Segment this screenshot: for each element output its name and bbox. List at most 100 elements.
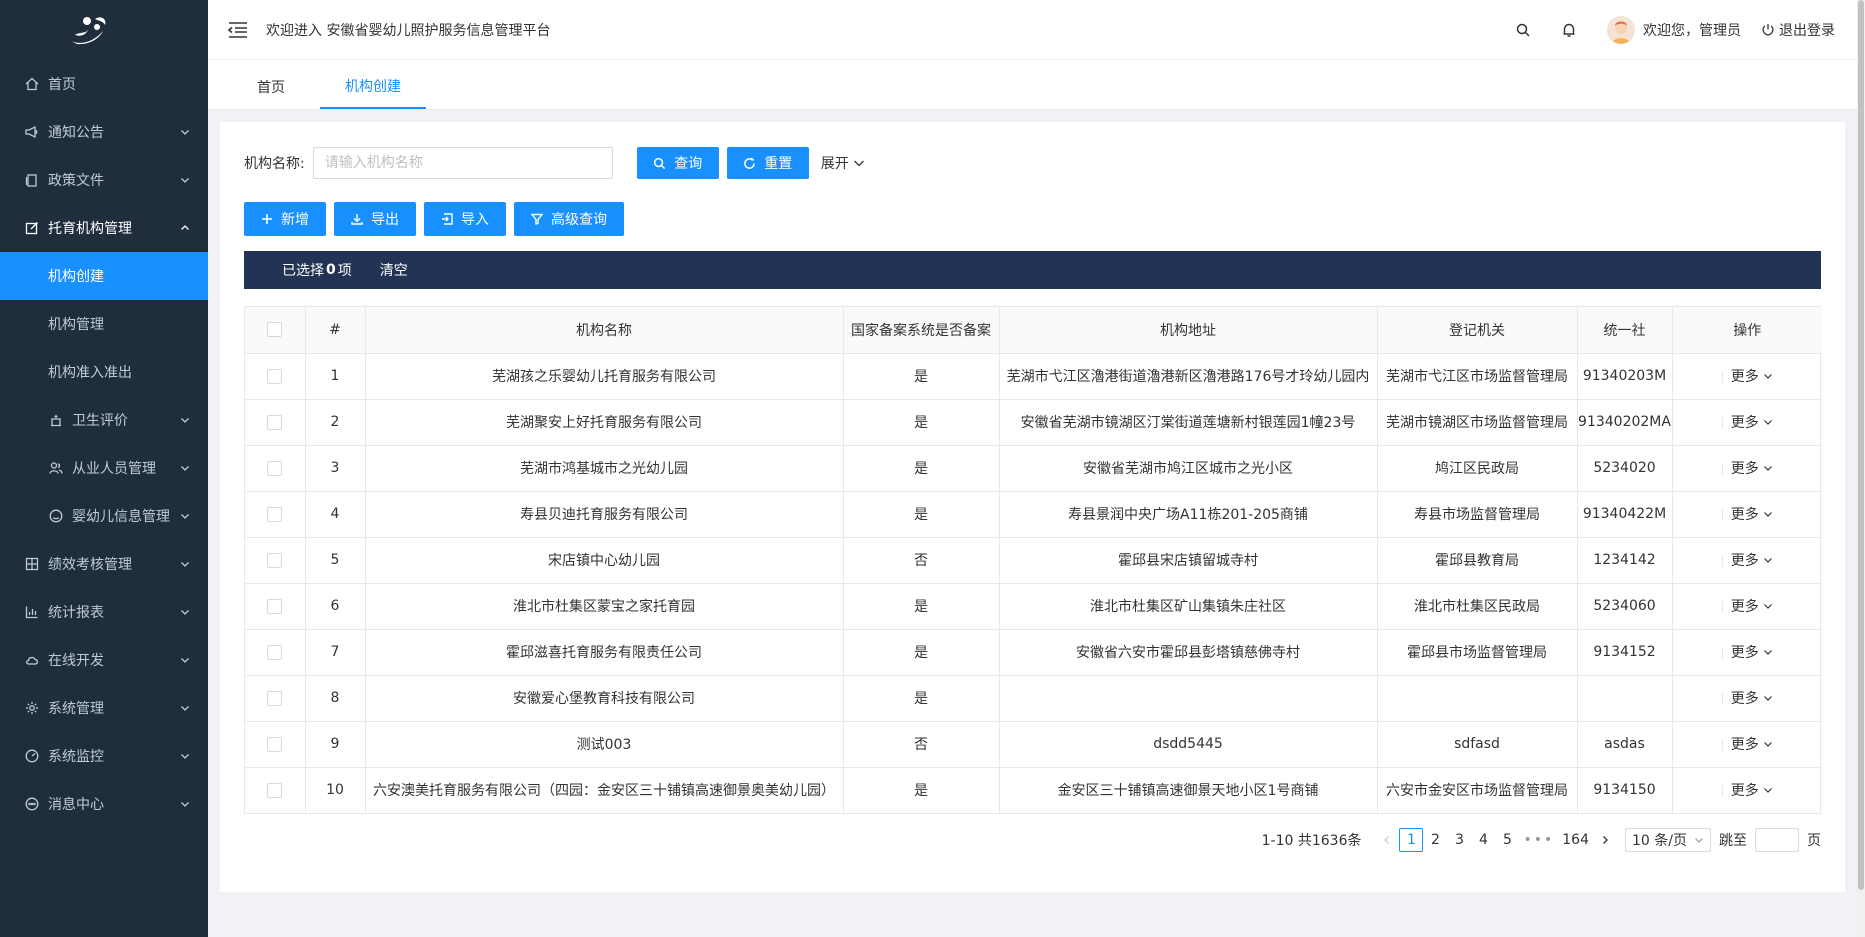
export-button[interactable]: 导出: [334, 202, 416, 236]
more-actions-button[interactable]: 更多: [1731, 412, 1773, 432]
pagination-total: 1-10 共1636条: [1261, 833, 1362, 849]
sidebar-item-org-manage[interactable]: 机构管理: [0, 300, 208, 348]
row-select-cell[interactable]: [245, 353, 306, 400]
table-row[interactable]: 6 淮北市杜集区蒙宝之家托育园是淮北市杜集区矿山集镇朱庄社区 淮北市杜集区民政局 52…: [245, 583, 1822, 630]
sidebar-item-messages[interactable]: 消息中心: [0, 780, 208, 828]
page-last[interactable]: 164: [1558, 828, 1593, 852]
sidebar-item-policy[interactable]: 政策文件: [0, 156, 208, 204]
tab-home[interactable]: 首页: [232, 65, 310, 109]
row-select-cell[interactable]: [245, 399, 306, 446]
col-header-filed: 国家备案系统是否备案: [843, 307, 1000, 354]
prev-page-button[interactable]: [1375, 828, 1399, 852]
menu-fold-icon[interactable]: [228, 21, 248, 39]
sidebar-item-home[interactable]: 首页: [0, 60, 208, 108]
more-actions-button[interactable]: 更多: [1731, 642, 1773, 662]
next-page-button[interactable]: [1593, 828, 1617, 852]
more-actions-button[interactable]: 更多: [1731, 366, 1773, 386]
advanced-query-button[interactable]: 高级查询: [514, 202, 624, 236]
row-checkbox[interactable]: [267, 552, 283, 568]
page-1[interactable]: 1: [1399, 828, 1424, 852]
row-select-cell[interactable]: [245, 491, 306, 538]
sidebar-item-monitor[interactable]: 系统监控: [0, 732, 208, 780]
select-all-cell[interactable]: [245, 307, 306, 354]
cell-index: 5: [305, 537, 366, 584]
table-row[interactable]: 2 芜湖聚安上好托育服务有限公司是安徽省芜湖市镜湖区汀棠街道莲塘新村银莲园1幢23…: [245, 399, 1822, 446]
import-button[interactable]: 导入: [424, 202, 506, 236]
cell-actions: 更多: [1672, 491, 1822, 538]
cell-authority: [1377, 675, 1578, 722]
cell-index: 7: [305, 629, 366, 676]
more-actions-button[interactable]: 更多: [1731, 504, 1773, 524]
sidebar-item-performance[interactable]: 绩效考核管理: [0, 540, 208, 588]
sidebar-item-staff[interactable]: 从业人员管理: [0, 444, 208, 492]
row-select-cell[interactable]: [245, 629, 306, 676]
reset-button[interactable]: 重置: [726, 147, 809, 179]
row-checkbox[interactable]: [267, 460, 283, 476]
add-button[interactable]: 新增: [244, 202, 326, 236]
sidebar-item-notices[interactable]: 通知公告: [0, 108, 208, 156]
row-checkbox[interactable]: [267, 736, 283, 752]
query-button[interactable]: 查询: [636, 147, 719, 179]
sidebar-item-infant-info[interactable]: 婴幼儿信息管理: [0, 492, 208, 540]
tabs-bar: 首页 机构创建: [208, 60, 1865, 110]
row-checkbox[interactable]: [267, 506, 283, 522]
page-2[interactable]: 2: [1423, 828, 1447, 852]
row-checkbox[interactable]: [267, 368, 283, 384]
org-name-input[interactable]: [312, 147, 613, 179]
row-select-cell[interactable]: [245, 675, 306, 722]
table-row[interactable]: 7 霍邱滋喜托育服务有限责任公司是安徽省六安市霍邱县彭塔镇慈佛寺村 霍邱县市场监督管…: [245, 629, 1822, 676]
search-icon[interactable]: [1515, 22, 1531, 38]
avatar[interactable]: [1607, 16, 1635, 44]
more-actions-button[interactable]: 更多: [1731, 550, 1773, 570]
row-checkbox[interactable]: [267, 598, 283, 614]
more-actions-button[interactable]: 更多: [1731, 596, 1773, 616]
row-select-cell[interactable]: [245, 445, 306, 492]
more-actions-button[interactable]: 更多: [1731, 458, 1773, 478]
header-right: 欢迎您，管理员 退出登录: [1515, 0, 1835, 60]
sidebar-item-reports[interactable]: 统计报表: [0, 588, 208, 636]
sidebar-item-org-access[interactable]: 机构准入准出: [0, 348, 208, 396]
bell-icon[interactable]: [1561, 22, 1577, 38]
page-ellipsis[interactable]: •••: [1519, 828, 1558, 852]
more-actions-button[interactable]: 更多: [1731, 780, 1773, 800]
jump-page-input[interactable]: [1755, 828, 1799, 852]
page-4[interactable]: 4: [1471, 828, 1495, 852]
table-row[interactable]: 9 测试003 否 dsdd5445 sdfasd asdas 更多: [245, 721, 1822, 768]
row-select-cell[interactable]: [245, 583, 306, 630]
row-select-cell[interactable]: [245, 721, 306, 768]
row-select-cell[interactable]: [245, 767, 306, 814]
sidebar-item-online-dev[interactable]: 在线开发: [0, 636, 208, 684]
sidebar-item-system[interactable]: 系统管理: [0, 684, 208, 732]
page-5[interactable]: 5: [1495, 828, 1519, 852]
row-checkbox[interactable]: [267, 414, 283, 430]
tab-org-create[interactable]: 机构创建: [320, 65, 426, 109]
sidebar-item-health[interactable]: 卫生评价: [0, 396, 208, 444]
logout-button[interactable]: 退出登录: [1761, 20, 1835, 40]
cell-filed: 是: [843, 629, 1000, 676]
row-checkbox[interactable]: [267, 644, 283, 660]
sidebar-item-org-create[interactable]: 机构创建: [0, 252, 208, 300]
sidebar-item-childcare[interactable]: 托育机构管理: [0, 204, 208, 252]
table-row[interactable]: 10 六安澳美托育服务有限公司（四园：金安区三十铺镇高速御景奥美幼儿园）是金安区三…: [245, 767, 1822, 814]
table-row[interactable]: 4 寿县贝迪托育服务有限公司是寿县景润中央广场A11栋201-205商铺 寿县市场监…: [245, 491, 1822, 538]
more-actions-button[interactable]: 更多: [1731, 688, 1773, 708]
page-scrollbar[interactable]: [1857, 0, 1865, 937]
row-select-cell[interactable]: [245, 537, 306, 584]
table-row[interactable]: 5 宋店镇中心幼儿园否霍邱县宋店镇留城寺村 霍邱县教育局 1234142 更多: [245, 537, 1822, 584]
page-size-select[interactable]: 10 条/页: [1625, 828, 1711, 852]
page-3[interactable]: 3: [1447, 828, 1471, 852]
cell-filed: 是: [843, 399, 1000, 446]
table-row[interactable]: 3 芜湖市鸿基城市之光幼儿园是安徽省芜湖市鸠江区城市之光小区 鸠江区民政局 52340…: [245, 445, 1822, 492]
row-checkbox[interactable]: [267, 782, 283, 798]
row-checkbox[interactable]: [267, 690, 283, 706]
more-actions-button[interactable]: 更多: [1731, 734, 1773, 754]
select-all-checkbox[interactable]: [267, 322, 283, 338]
expand-toggle[interactable]: 展开: [821, 153, 865, 173]
pagination: 1-10 共1636条 1 2 3 4 5 ••• 164 10 条/页 跳至 …: [1262, 828, 1821, 852]
table-row[interactable]: 8 安徽爱心堡教育科技有限公司是 更多: [245, 675, 1822, 722]
table-row[interactable]: 1 芜湖孩之乐婴幼儿托育服务有限公司是芜湖市弋江区瀂港街道瀂港新区瀂港路176号才…: [245, 353, 1822, 400]
sidebar-item-label: 卫生评价: [72, 413, 128, 429]
scroll-thumb[interactable]: [1858, 0, 1864, 890]
table-header-row: # 机构名称 国家备案系统是否备案 机构地址 登记机关 统一社 操作: [245, 307, 1822, 354]
clear-selection-link[interactable]: 清空: [380, 260, 408, 280]
